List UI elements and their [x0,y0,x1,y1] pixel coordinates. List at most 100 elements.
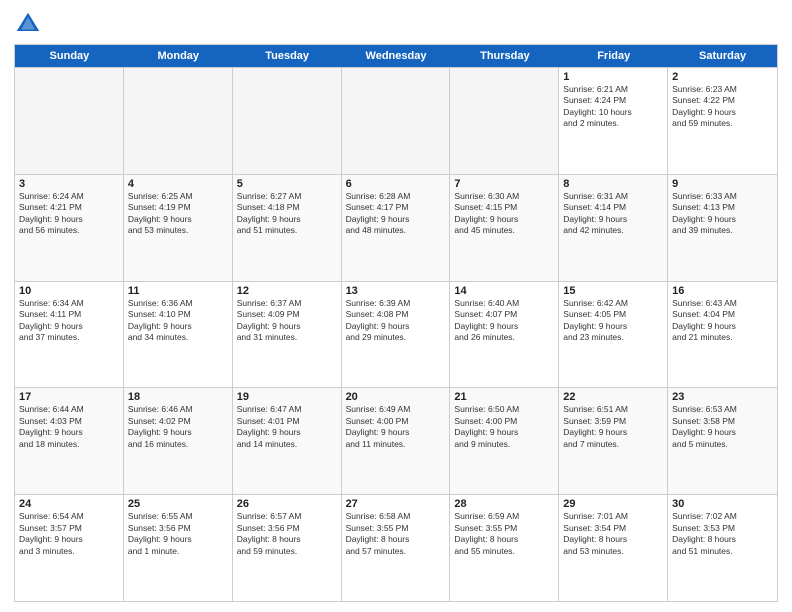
day-info: Sunrise: 6:57 AM Sunset: 3:56 PM Dayligh… [237,511,337,557]
day-number: 10 [19,285,119,297]
day-number: 1 [563,71,663,83]
day-cell-20: 20Sunrise: 6:49 AM Sunset: 4:00 PM Dayli… [342,388,451,494]
empty-cell [15,68,124,174]
day-info: Sunrise: 6:54 AM Sunset: 3:57 PM Dayligh… [19,511,119,557]
day-number: 19 [237,391,337,403]
day-info: Sunrise: 6:37 AM Sunset: 4:09 PM Dayligh… [237,298,337,344]
day-info: Sunrise: 6:46 AM Sunset: 4:02 PM Dayligh… [128,404,228,450]
day-cell-4: 4Sunrise: 6:25 AM Sunset: 4:19 PM Daylig… [124,175,233,281]
calendar-body: 1Sunrise: 6:21 AM Sunset: 4:24 PM Daylig… [15,67,777,601]
day-info: Sunrise: 7:02 AM Sunset: 3:53 PM Dayligh… [672,511,773,557]
day-cell-15: 15Sunrise: 6:42 AM Sunset: 4:05 PM Dayli… [559,282,668,388]
empty-cell [124,68,233,174]
weekday-header-thursday: Thursday [450,45,559,67]
day-info: Sunrise: 6:55 AM Sunset: 3:56 PM Dayligh… [128,511,228,557]
day-number: 3 [19,178,119,190]
day-info: Sunrise: 6:31 AM Sunset: 4:14 PM Dayligh… [563,191,663,237]
day-cell-21: 21Sunrise: 6:50 AM Sunset: 4:00 PM Dayli… [450,388,559,494]
day-info: Sunrise: 6:58 AM Sunset: 3:55 PM Dayligh… [346,511,446,557]
day-info: Sunrise: 6:49 AM Sunset: 4:00 PM Dayligh… [346,404,446,450]
weekday-header-tuesday: Tuesday [233,45,342,67]
day-cell-26: 26Sunrise: 6:57 AM Sunset: 3:56 PM Dayli… [233,495,342,601]
weekday-header-monday: Monday [124,45,233,67]
day-number: 28 [454,498,554,510]
day-cell-11: 11Sunrise: 6:36 AM Sunset: 4:10 PM Dayli… [124,282,233,388]
day-info: Sunrise: 6:50 AM Sunset: 4:00 PM Dayligh… [454,404,554,450]
day-info: Sunrise: 6:23 AM Sunset: 4:22 PM Dayligh… [672,84,773,130]
header [14,10,778,38]
empty-cell [450,68,559,174]
day-info: Sunrise: 6:44 AM Sunset: 4:03 PM Dayligh… [19,404,119,450]
day-number: 24 [19,498,119,510]
day-number: 12 [237,285,337,297]
day-info: Sunrise: 6:53 AM Sunset: 3:58 PM Dayligh… [672,404,773,450]
day-info: Sunrise: 6:25 AM Sunset: 4:19 PM Dayligh… [128,191,228,237]
day-number: 14 [454,285,554,297]
day-cell-9: 9Sunrise: 6:33 AM Sunset: 4:13 PM Daylig… [668,175,777,281]
day-number: 20 [346,391,446,403]
day-number: 5 [237,178,337,190]
day-number: 16 [672,285,773,297]
day-info: Sunrise: 6:27 AM Sunset: 4:18 PM Dayligh… [237,191,337,237]
day-number: 25 [128,498,228,510]
logo-icon [14,10,42,38]
day-cell-27: 27Sunrise: 6:58 AM Sunset: 3:55 PM Dayli… [342,495,451,601]
calendar-row: 24Sunrise: 6:54 AM Sunset: 3:57 PM Dayli… [15,494,777,601]
day-number: 17 [19,391,119,403]
day-number: 27 [346,498,446,510]
day-info: Sunrise: 6:30 AM Sunset: 4:15 PM Dayligh… [454,191,554,237]
day-cell-12: 12Sunrise: 6:37 AM Sunset: 4:09 PM Dayli… [233,282,342,388]
day-cell-16: 16Sunrise: 6:43 AM Sunset: 4:04 PM Dayli… [668,282,777,388]
empty-cell [342,68,451,174]
day-cell-8: 8Sunrise: 6:31 AM Sunset: 4:14 PM Daylig… [559,175,668,281]
day-info: Sunrise: 6:21 AM Sunset: 4:24 PM Dayligh… [563,84,663,130]
day-info: Sunrise: 7:01 AM Sunset: 3:54 PM Dayligh… [563,511,663,557]
day-cell-10: 10Sunrise: 6:34 AM Sunset: 4:11 PM Dayli… [15,282,124,388]
day-info: Sunrise: 6:51 AM Sunset: 3:59 PM Dayligh… [563,404,663,450]
page: SundayMondayTuesdayWednesdayThursdayFrid… [0,0,792,612]
day-info: Sunrise: 6:24 AM Sunset: 4:21 PM Dayligh… [19,191,119,237]
calendar-row: 10Sunrise: 6:34 AM Sunset: 4:11 PM Dayli… [15,281,777,388]
weekday-header-friday: Friday [559,45,668,67]
day-number: 21 [454,391,554,403]
calendar: SundayMondayTuesdayWednesdayThursdayFrid… [14,44,778,602]
day-cell-25: 25Sunrise: 6:55 AM Sunset: 3:56 PM Dayli… [124,495,233,601]
day-cell-6: 6Sunrise: 6:28 AM Sunset: 4:17 PM Daylig… [342,175,451,281]
day-info: Sunrise: 6:59 AM Sunset: 3:55 PM Dayligh… [454,511,554,557]
day-info: Sunrise: 6:34 AM Sunset: 4:11 PM Dayligh… [19,298,119,344]
day-number: 29 [563,498,663,510]
day-cell-1: 1Sunrise: 6:21 AM Sunset: 4:24 PM Daylig… [559,68,668,174]
day-cell-13: 13Sunrise: 6:39 AM Sunset: 4:08 PM Dayli… [342,282,451,388]
calendar-header: SundayMondayTuesdayWednesdayThursdayFrid… [15,45,777,67]
empty-cell [233,68,342,174]
day-cell-30: 30Sunrise: 7:02 AM Sunset: 3:53 PM Dayli… [668,495,777,601]
day-cell-17: 17Sunrise: 6:44 AM Sunset: 4:03 PM Dayli… [15,388,124,494]
day-number: 11 [128,285,228,297]
day-cell-29: 29Sunrise: 7:01 AM Sunset: 3:54 PM Dayli… [559,495,668,601]
day-number: 23 [672,391,773,403]
day-cell-14: 14Sunrise: 6:40 AM Sunset: 4:07 PM Dayli… [450,282,559,388]
calendar-row: 3Sunrise: 6:24 AM Sunset: 4:21 PM Daylig… [15,174,777,281]
day-cell-23: 23Sunrise: 6:53 AM Sunset: 3:58 PM Dayli… [668,388,777,494]
weekday-header-sunday: Sunday [15,45,124,67]
calendar-row: 17Sunrise: 6:44 AM Sunset: 4:03 PM Dayli… [15,387,777,494]
day-info: Sunrise: 6:43 AM Sunset: 4:04 PM Dayligh… [672,298,773,344]
day-number: 13 [346,285,446,297]
day-cell-18: 18Sunrise: 6:46 AM Sunset: 4:02 PM Dayli… [124,388,233,494]
day-info: Sunrise: 6:42 AM Sunset: 4:05 PM Dayligh… [563,298,663,344]
day-cell-24: 24Sunrise: 6:54 AM Sunset: 3:57 PM Dayli… [15,495,124,601]
day-info: Sunrise: 6:47 AM Sunset: 4:01 PM Dayligh… [237,404,337,450]
weekday-header-saturday: Saturday [668,45,777,67]
day-number: 8 [563,178,663,190]
day-info: Sunrise: 6:28 AM Sunset: 4:17 PM Dayligh… [346,191,446,237]
day-info: Sunrise: 6:33 AM Sunset: 4:13 PM Dayligh… [672,191,773,237]
calendar-row: 1Sunrise: 6:21 AM Sunset: 4:24 PM Daylig… [15,67,777,174]
day-number: 2 [672,71,773,83]
day-info: Sunrise: 6:36 AM Sunset: 4:10 PM Dayligh… [128,298,228,344]
day-number: 26 [237,498,337,510]
day-number: 30 [672,498,773,510]
day-number: 22 [563,391,663,403]
day-cell-5: 5Sunrise: 6:27 AM Sunset: 4:18 PM Daylig… [233,175,342,281]
day-cell-22: 22Sunrise: 6:51 AM Sunset: 3:59 PM Dayli… [559,388,668,494]
day-number: 6 [346,178,446,190]
